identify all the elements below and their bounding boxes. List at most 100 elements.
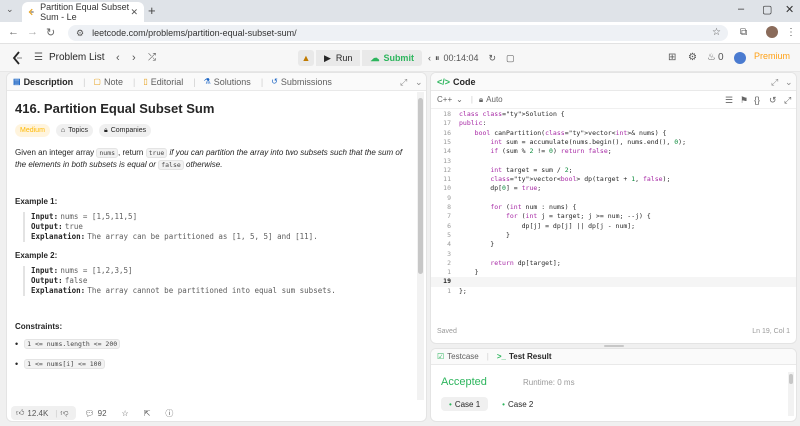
code-line[interactable]: 7 for (int j = target; j >= num; --j) { xyxy=(431,212,796,221)
difficulty-badge[interactable]: Medium xyxy=(15,124,50,137)
expand-icon[interactable]: ⤢ xyxy=(771,77,778,88)
user-avatar[interactable] xyxy=(734,52,746,64)
site-info-icon[interactable]: ⚙ xyxy=(76,28,84,39)
constraints-list: 1 <= nums.length <= 200 1 <= nums[i] <= … xyxy=(15,339,415,369)
code-line[interactable]: 1 } xyxy=(431,268,796,277)
forward-icon[interactable]: → xyxy=(27,26,38,38)
terminal-icon: >_ xyxy=(496,352,506,361)
help-button[interactable]: ⓘ xyxy=(165,408,176,419)
braces-icon[interactable]: {} xyxy=(754,95,760,105)
maximize-icon[interactable]: ▢ xyxy=(762,3,772,16)
problem-tags: Medium ⌂ Topics 🔒︎ Companies xyxy=(15,124,415,137)
tab-solutions[interactable]: ⚗ Solutions xyxy=(204,77,251,87)
topics-button[interactable]: ⌂ Topics xyxy=(55,124,93,137)
code-line[interactable]: 2 return dp[target]; xyxy=(431,259,796,268)
run-button[interactable]: ▶ Run xyxy=(316,50,361,66)
scrollbar-thumb[interactable] xyxy=(789,374,793,384)
input-label: Input: xyxy=(31,212,59,221)
line-number: 6 xyxy=(447,221,451,230)
extensions-icon[interactable]: ⧉ xyxy=(740,27,747,38)
new-tab-button[interactable]: + xyxy=(148,3,156,18)
chevron-down-icon[interactable]: ⌄ xyxy=(415,77,423,88)
reset-timer-icon[interactable]: ↻ xyxy=(489,53,497,64)
layout-icon[interactable]: ⊞ xyxy=(668,52,676,63)
code-line[interactable]: 9 xyxy=(431,194,796,203)
code-editor[interactable]: 18 class class="ty">Solution {17 public: 16… xyxy=(431,110,796,310)
code-line[interactable]: 8 for (int num : nums) { xyxy=(431,203,796,212)
streak-fire-icon[interactable]: ♨ xyxy=(707,52,716,63)
companies-button[interactable]: 🔒︎ Companies xyxy=(98,124,152,137)
leetcode-logo-icon[interactable] xyxy=(12,51,24,65)
shuffle-icon[interactable]: ⤮ xyxy=(148,52,156,63)
browser-tab[interactable]: Partition Equal Subset Sum - Le ✕ xyxy=(22,2,144,22)
scrollbar-thumb[interactable] xyxy=(418,98,423,274)
line-number: 7 xyxy=(447,212,451,221)
bookmark-icon[interactable]: ⚑ xyxy=(740,95,748,106)
browser-menu-icon[interactable]: ⋮ xyxy=(786,27,796,38)
code-line[interactable]: 4 } xyxy=(431,240,796,249)
tab-description[interactable]: ▤ Description xyxy=(13,77,73,87)
code-line[interactable]: 19 xyxy=(431,277,796,287)
code-line[interactable]: 13 xyxy=(431,157,796,166)
cursor-position: Ln 19, Col 1 xyxy=(752,328,790,335)
minimize-icon[interactable]: – xyxy=(738,3,744,15)
tab-search-icon[interactable]: ⌄ xyxy=(6,4,14,15)
code-line[interactable]: 10 dp[0] = true; xyxy=(431,184,796,193)
case-2-button[interactable]: • Case 2 xyxy=(494,397,541,411)
tab-submissions[interactable]: ↺ Submissions xyxy=(271,77,332,87)
timer[interactable]: ‹ ⏸ 00:14:04 ↻ ▢ xyxy=(428,53,519,64)
fullscreen-icon[interactable]: ⤢ xyxy=(784,95,791,106)
tab-close-icon[interactable]: ✕ xyxy=(130,7,138,18)
premium-link[interactable]: Premium xyxy=(754,51,790,61)
code-line[interactable]: 6 dp[j] = dp[j] || dp[j - num]; xyxy=(431,221,796,231)
tab-note[interactable]: ▢ Note xyxy=(93,77,123,87)
code-line[interactable]: 3 xyxy=(431,250,796,259)
code-line[interactable]: 18 class class="ty">Solution { xyxy=(431,110,796,119)
flask-icon: ⚗ xyxy=(203,77,211,86)
code-line[interactable]: 11 class="ty">vector<bool> dp(target + 1… xyxy=(431,175,796,184)
submit-button[interactable]: ☁ Submit xyxy=(362,50,422,66)
profile-avatar[interactable] xyxy=(766,26,778,38)
favorite-button[interactable]: ☆ xyxy=(122,409,132,418)
format-icon[interactable]: ☰ xyxy=(725,95,733,106)
tab-testcase[interactable]: ☑ Testcase xyxy=(437,352,479,361)
close-window-icon[interactable]: ✕ xyxy=(785,3,794,16)
code-tab-label[interactable]: Code xyxy=(453,77,476,87)
code-line[interactable]: 5 } xyxy=(431,231,796,240)
test-scrollbar[interactable] xyxy=(788,372,794,416)
share-button[interactable]: ⇱ xyxy=(144,409,154,418)
code-line[interactable]: 1}; xyxy=(431,287,796,296)
thumbs-up-icon[interactable]: 👍︎ xyxy=(16,408,24,418)
case-1-button[interactable]: • Case 1 xyxy=(441,397,489,411)
description-scrollbar[interactable] xyxy=(417,92,424,400)
notes-icon[interactable]: ▢ xyxy=(506,53,515,64)
tab-test-result[interactable]: >_ Test Result xyxy=(497,352,552,361)
settings-gear-icon[interactable]: ⚙ xyxy=(688,52,697,63)
tab-editorial[interactable]: ▯ Editorial xyxy=(143,77,183,87)
code-line[interactable]: 12 int target = sum / 2; xyxy=(431,166,796,175)
code-icon: </> xyxy=(437,76,451,87)
expand-icon[interactable]: ⤢ xyxy=(400,77,407,88)
inline-code: true xyxy=(145,148,168,158)
case-label: Case 2 xyxy=(507,399,534,409)
back-icon[interactable]: ← xyxy=(8,26,19,38)
language-select[interactable]: C++ xyxy=(437,95,452,104)
next-problem-icon[interactable]: › xyxy=(132,52,136,64)
url-field[interactable]: ⚙ leetcode.com/problems/partition-equal-… xyxy=(68,25,728,41)
debug-icon[interactable]: ▲ xyxy=(298,50,314,66)
thumbs-down-icon[interactable]: 👎︎ xyxy=(60,408,68,418)
comments-button[interactable]: 💬︎ 92 xyxy=(84,409,109,418)
editorial-icon: ▯ xyxy=(143,77,148,86)
reset-code-icon[interactable]: ↺ xyxy=(769,95,777,106)
lock-icon: 🔒︎ xyxy=(103,126,108,134)
prev-problem-icon[interactable]: ‹ xyxy=(116,52,120,64)
code-line[interactable]: 14 if (sum % 2 != 0) return false; xyxy=(431,147,796,156)
problem-list-button[interactable]: ☰ Problem List xyxy=(34,52,105,63)
bookmark-star-icon[interactable]: ☆ xyxy=(712,27,721,38)
code-line[interactable]: 17 public: xyxy=(431,119,796,128)
code-line[interactable]: 15 int sum = accumulate(nums.begin(), nu… xyxy=(431,138,796,147)
chevron-down-icon[interactable]: ⌄ xyxy=(785,77,793,88)
reload-icon[interactable]: ↻ xyxy=(46,26,55,39)
autocomplete-toggle[interactable]: 🔒︎ Auto xyxy=(479,95,506,105)
code-line[interactable]: 16 bool canPartition(class="ty">vector<i… xyxy=(431,129,796,138)
